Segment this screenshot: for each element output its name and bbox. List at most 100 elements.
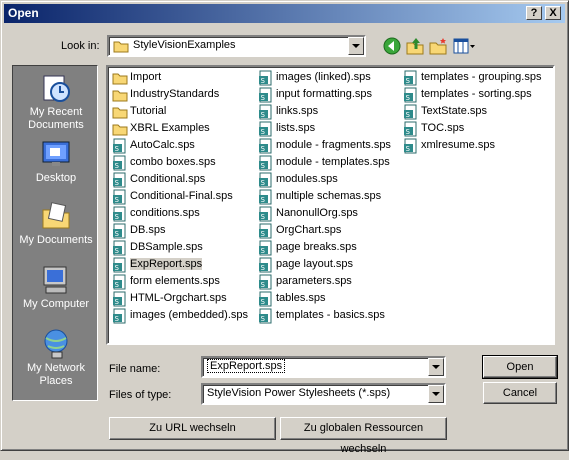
- file-name: DB.sps: [130, 224, 166, 236]
- file-item[interactable]: Scombo boxes.sps: [110, 154, 248, 171]
- file-name: Tutorial: [130, 105, 167, 117]
- file-item[interactable]: Simages (linked).sps: [256, 69, 391, 86]
- sps-file-icon: S: [113, 223, 126, 239]
- file-item[interactable]: Smodules.sps: [256, 171, 391, 188]
- svg-text:S: S: [261, 128, 266, 136]
- file-item[interactable]: Smultiple schemas.sps: [256, 188, 391, 205]
- svg-text:S: S: [261, 111, 266, 119]
- file-item[interactable]: S TOC.sps: [401, 120, 541, 137]
- svg-text:S: S: [115, 162, 120, 170]
- file-item[interactable]: Sparameters.sps: [256, 273, 391, 290]
- global-resources-button[interactable]: Zu globalen Ressourcen wechseln: [280, 417, 447, 455]
- file-name: AutoCalc.sps: [130, 139, 195, 151]
- url-button[interactable]: Zu URL wechseln: [109, 417, 276, 440]
- sps-file-icon: S: [259, 87, 272, 103]
- sps-file-icon: S: [404, 87, 417, 103]
- svg-text:S: S: [261, 213, 266, 221]
- cancel-button[interactable]: Cancel: [483, 382, 557, 404]
- sps-file-icon: S: [113, 189, 126, 205]
- file-item[interactable]: S DB.sps: [110, 222, 248, 239]
- place-network-places[interactable]: My Network Places: [13, 328, 99, 392]
- file-item[interactable]: Import: [110, 69, 248, 86]
- file-item[interactable]: S ExpReport.sps: [110, 256, 248, 273]
- file-list[interactable]: Import IndustryStandards Tutorial XBRL Exam…: [106, 65, 555, 345]
- file-name: module - templates.sps: [276, 156, 390, 168]
- place-desktop[interactable]: Desktop: [13, 138, 99, 202]
- file-item[interactable]: Stemplates - grouping.sps: [401, 69, 541, 86]
- file-column-2: Simages (linked).sps Sinput formatting.sp…: [256, 69, 391, 324]
- file-item[interactable]: S TextState.sps: [401, 103, 541, 120]
- file-item[interactable]: S DBSample.sps: [110, 239, 248, 256]
- sps-file-icon: S: [113, 206, 126, 222]
- folder-icon: [112, 73, 128, 85]
- file-column-1: Import IndustryStandards Tutorial XBRL Exam…: [110, 69, 248, 324]
- view-menu-icon[interactable]: [452, 36, 476, 56]
- file-item[interactable]: S NanonullOrg.sps: [256, 205, 391, 222]
- file-item[interactable]: Sconditions.sps: [110, 205, 248, 222]
- up-folder-icon[interactable]: [405, 36, 425, 56]
- lookin-dropdown[interactable]: StyleVisionExamples: [107, 35, 366, 57]
- file-item[interactable]: S HTML-Orgchart.sps: [110, 290, 248, 307]
- file-name: combo boxes.sps: [130, 156, 216, 168]
- svg-text:S: S: [115, 315, 120, 323]
- file-item[interactable]: S Conditional.sps: [110, 171, 248, 188]
- file-item[interactable]: IndustryStandards: [110, 86, 248, 103]
- file-item[interactable]: Sinput formatting.sps: [256, 86, 391, 103]
- filename-input[interactable]: ExpReport.sps: [201, 356, 446, 378]
- file-item[interactable]: Spage breaks.sps: [256, 239, 391, 256]
- file-item[interactable]: XBRL Examples: [110, 120, 248, 137]
- file-item[interactable]: Sxmlresume.sps: [401, 137, 541, 154]
- chevron-down-icon[interactable]: [428, 385, 444, 403]
- file-item[interactable]: Smodule - templates.sps: [256, 154, 391, 171]
- sps-file-icon: S: [259, 274, 272, 290]
- chevron-down-icon[interactable]: [428, 358, 444, 376]
- svg-text:S: S: [261, 315, 266, 323]
- open-button[interactable]: Open: [482, 355, 558, 379]
- file-name: modules.sps: [276, 173, 338, 185]
- file-item[interactable]: Stables.sps: [256, 290, 391, 307]
- chevron-down-icon[interactable]: [348, 37, 364, 55]
- lookin-label: Look in:: [61, 40, 100, 52]
- file-name: HTML-Orgchart.sps: [130, 292, 227, 304]
- file-item[interactable]: Stemplates - sorting.sps: [401, 86, 541, 103]
- file-item[interactable]: S Conditional-Final.sps: [110, 188, 248, 205]
- filetype-value: StyleVision Power Stylesheets (*.sps): [207, 387, 391, 399]
- sps-file-icon: S: [259, 189, 272, 205]
- file-name: OrgChart.sps: [276, 224, 342, 236]
- file-item[interactable]: S AutoCalc.sps: [110, 137, 248, 154]
- file-item[interactable]: Stemplates - basics.sps: [256, 307, 391, 324]
- file-item[interactable]: Smodule - fragments.sps: [256, 137, 391, 154]
- place-my-documents[interactable]: My Documents: [13, 200, 99, 264]
- file-name: page breaks.sps: [276, 241, 357, 253]
- place-label: My Computer: [22, 298, 90, 310]
- sps-file-icon: S: [259, 291, 272, 307]
- file-item[interactable]: Slists.sps: [256, 120, 391, 137]
- svg-text:S: S: [261, 77, 266, 85]
- filetype-label: Files of type:: [109, 389, 172, 401]
- svg-text:S: S: [261, 230, 266, 238]
- file-name: XBRL Examples: [130, 122, 210, 134]
- svg-text:S: S: [406, 94, 411, 102]
- place-recent-documents[interactable]: My Recent Documents: [13, 72, 99, 136]
- folder-icon: [112, 124, 128, 136]
- place-my-computer[interactable]: My Computer: [13, 264, 99, 328]
- filetype-dropdown[interactable]: StyleVision Power Stylesheets (*.sps): [201, 383, 446, 405]
- new-folder-icon[interactable]: [428, 36, 448, 56]
- place-label: My Network Places: [26, 362, 86, 387]
- svg-text:S: S: [115, 247, 120, 255]
- file-item[interactable]: Simages (embedded).sps: [110, 307, 248, 324]
- file-name: links.sps: [276, 105, 319, 117]
- recent-documents-icon: [43, 75, 70, 102]
- back-icon[interactable]: [382, 36, 402, 56]
- help-button[interactable]: ?: [526, 6, 542, 20]
- file-item[interactable]: Slinks.sps: [256, 103, 391, 120]
- svg-text:S: S: [261, 281, 266, 289]
- file-item[interactable]: Tutorial: [110, 103, 248, 120]
- file-item[interactable]: S OrgChart.sps: [256, 222, 391, 239]
- svg-text:S: S: [261, 247, 266, 255]
- file-name: conditions.sps: [130, 207, 200, 219]
- file-item[interactable]: Sform elements.sps: [110, 273, 248, 290]
- file-name: Conditional-Final.sps: [130, 190, 233, 202]
- close-button[interactable]: X: [545, 6, 561, 20]
- file-item[interactable]: Spage layout.sps: [256, 256, 391, 273]
